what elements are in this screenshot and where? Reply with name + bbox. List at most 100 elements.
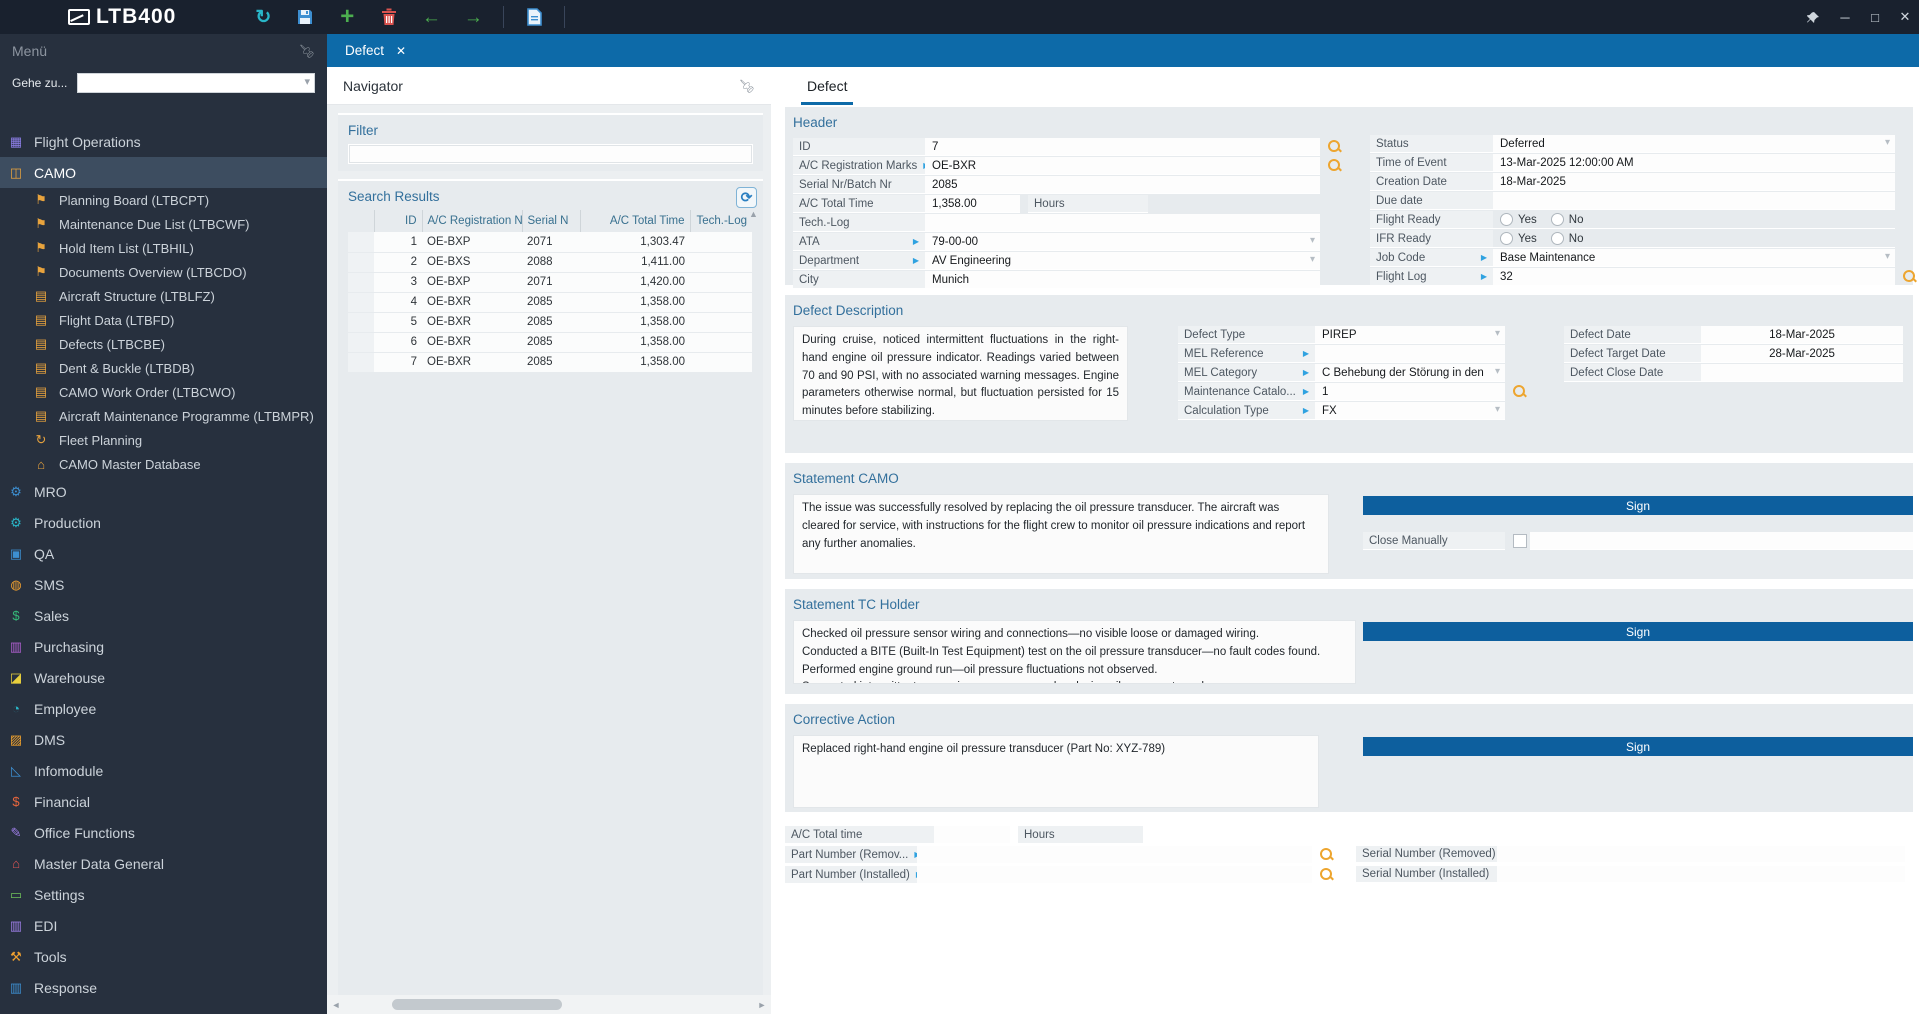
filter-input[interactable] <box>348 144 753 164</box>
sidebar-item[interactable]: ▭ Settings <box>0 879 327 910</box>
sidebar-item[interactable]: ⚙ Production <box>0 507 327 538</box>
close-manually-field[interactable] <box>1530 532 1913 550</box>
id-field[interactable]: 7 <box>925 138 1320 156</box>
tab-defect[interactable]: Defect <box>345 43 384 58</box>
sidebar-item[interactable]: ↻ Fleet Planning <box>0 428 327 452</box>
maintenance-catalog-search-icon[interactable] <box>1511 383 1527 399</box>
sidebar-item[interactable]: ▥ EDI <box>0 910 327 941</box>
part-number-installed-field[interactable] <box>917 866 1312 884</box>
sidebar-item[interactable]: ▦ Flight Operations <box>0 126 327 157</box>
sidebar-item[interactable]: ▤ Aircraft Maintenance Programme (LTBMPR… <box>0 404 327 428</box>
table-row[interactable]: 7 OE-BXR 2085 1,358.00 <box>348 352 752 373</box>
techlog-field[interactable] <box>925 214 1320 232</box>
maximize-icon[interactable]: □ <box>1867 10 1883 25</box>
navigator-pin-icon[interactable]: 📌︎ <box>739 77 755 94</box>
delete-icon[interactable] <box>377 5 401 29</box>
close-manually-checkbox[interactable] <box>1513 534 1527 548</box>
results-refresh-icon[interactable]: ⟳ <box>736 187 757 208</box>
defect-description-textarea[interactable]: During cruise, noticed intermittent fluc… <box>793 326 1128 421</box>
forward-arrow-icon[interactable]: → <box>461 5 485 29</box>
maintenance-catalog-field[interactable]: 1 <box>1315 383 1505 401</box>
results-col-serial[interactable]: Serial N <box>521 210 580 232</box>
table-row[interactable]: 1 OE-BXP 2071 1,303.47 <box>348 232 752 253</box>
pin-window-icon[interactable] <box>1807 11 1823 24</box>
sidebar-item[interactable]: ▤ CAMO Work Order (LTBCWO) <box>0 380 327 404</box>
serial-number-installed-field[interactable] <box>1497 866 1905 883</box>
sidebar-item[interactable]: ◪ Warehouse <box>0 662 327 693</box>
sidebar-item[interactable]: ✎ Office Functions <box>0 817 327 848</box>
sidebar-item[interactable]: ▥ Response <box>0 972 327 1003</box>
results-col-id[interactable]: ID <box>373 210 422 232</box>
part-number-removed-search-icon[interactable] <box>1318 846 1334 862</box>
due-date-field[interactable] <box>1493 192 1895 210</box>
defect-close-date-field[interactable] <box>1701 364 1903 382</box>
sidebar-item[interactable]: ▨ DMS <box>0 724 327 755</box>
navigator-horizontal-scrollbar[interactable]: ◄ ► <box>327 995 771 1014</box>
sidebar-item[interactable]: ⚑ Documents Overview (LTBCDO) <box>0 260 327 284</box>
sidebar-item[interactable]: ⚒ Tools <box>0 941 327 972</box>
calculation-type-dropdown[interactable]: FX <box>1315 402 1505 420</box>
registration-field[interactable]: OE-BXR <box>925 157 1320 175</box>
table-row[interactable]: 3 OE-BXP 2071 1,420.00 <box>348 272 752 293</box>
results-col-techlog[interactable]: Tech.-Log <box>689 210 752 232</box>
defect-type-dropdown[interactable]: PIREP <box>1315 326 1505 344</box>
results-col-selector[interactable] <box>348 210 374 232</box>
minimize-icon[interactable]: ─ <box>1837 10 1853 25</box>
mel-category-dropdown[interactable]: C Behebung der Störung in den <box>1315 364 1505 382</box>
doc-tab-defect[interactable]: Defect <box>801 78 854 105</box>
menu-pin-icon[interactable]: 📌︎ <box>299 43 315 60</box>
table-row[interactable]: 2 OE-BXS 2088 1,411.00 <box>348 252 752 273</box>
camo-sign-button[interactable]: Sign <box>1363 496 1913 515</box>
sidebar-item[interactable]: ◍ SMS <box>0 569 327 600</box>
sidebar-item[interactable]: ⚙ MRO <box>0 476 327 507</box>
add-icon[interactable]: + <box>335 5 359 29</box>
table-row[interactable]: 4 OE-BXR 2085 1,358.00 <box>348 292 752 313</box>
table-row[interactable]: 5 OE-BXR 2085 1,358.00 <box>348 312 752 333</box>
corrective-action-textarea[interactable]: Replaced right-hand engine oil pressure … <box>793 735 1319 808</box>
job-code-dropdown[interactable]: Base Maintenance <box>1493 249 1895 267</box>
results-vertical-scrollbar[interactable]: ▲▼ <box>746 209 761 1014</box>
refresh-icon[interactable]: ↻ <box>251 5 275 29</box>
department-dropdown[interactable]: AV Engineering <box>925 252 1320 270</box>
back-arrow-icon[interactable]: ← <box>419 5 443 29</box>
statement-camo-textarea[interactable]: The issue was successfully resolved by r… <box>793 494 1329 574</box>
serial-field[interactable]: 2085 <box>925 176 1320 194</box>
flight-log-field[interactable]: 32 <box>1493 268 1895 286</box>
sidebar-item[interactable]: ▥ Purchasing <box>0 631 327 662</box>
sidebar-item[interactable]: ◺ Infomodule <box>0 755 327 786</box>
close-icon[interactable]: ✕ <box>1897 9 1913 25</box>
sidebar-item[interactable]: ◔ Employee <box>0 693 327 724</box>
flight-ready-yes-radio[interactable] <box>1500 213 1513 226</box>
sidebar-item[interactable]: ⌂ Master Data General <box>0 848 327 879</box>
sidebar-item[interactable]: ▣ QA <box>0 538 327 569</box>
results-col-registration[interactable]: A/C Registration N <box>421 210 522 232</box>
mel-reference-field[interactable] <box>1315 345 1505 363</box>
save-icon[interactable] <box>293 5 317 29</box>
corrective-action-sign-button[interactable]: Sign <box>1363 737 1913 756</box>
flight-log-search-icon[interactable] <box>1901 268 1917 284</box>
sidebar-item[interactable]: ▤ Defects (LTBCBE) <box>0 332 327 356</box>
id-search-icon[interactable] <box>1326 138 1342 154</box>
sidebar-item[interactable]: ▤ Dent & Buckle (LTBDB) <box>0 356 327 380</box>
table-row[interactable]: 6 OE-BXR 2085 1,358.00 <box>348 332 752 353</box>
sidebar-item[interactable]: ▤ Aircraft Structure (LTBLFZ) <box>0 284 327 308</box>
footer-total-time-field[interactable] <box>934 826 1010 844</box>
status-dropdown[interactable]: Deferred <box>1493 135 1895 153</box>
city-field[interactable]: Munich <box>925 271 1320 289</box>
flight-ready-no-radio[interactable] <box>1550 213 1564 226</box>
ata-dropdown[interactable]: 79-00-00 <box>925 233 1320 251</box>
tab-close-icon[interactable]: ✕ <box>396 44 406 58</box>
sidebar-item[interactable]: ⚑ Maintenance Due List (LTBCWF) <box>0 212 327 236</box>
statement-tc-holder-textarea[interactable]: Checked oil pressure sensor wiring and c… <box>793 620 1356 684</box>
goto-dropdown[interactable] <box>77 73 315 93</box>
serial-number-removed-field[interactable] <box>1497 846 1905 863</box>
results-col-total-time[interactable]: A/C Total Time <box>579 210 690 232</box>
time-of-event-field[interactable]: 13-Mar-2025 12:00:00 AM <box>1493 154 1895 172</box>
part-number-removed-field[interactable] <box>917 846 1312 864</box>
sidebar-item[interactable]: ▤ Flight Data (LTBFD) <box>0 308 327 332</box>
sidebar-item[interactable]: ⌂ CAMO Master Database <box>0 452 327 476</box>
defect-target-date-field[interactable]: 28-Mar-2025 <box>1701 345 1903 363</box>
registration-search-icon[interactable] <box>1326 157 1342 173</box>
report-document-icon[interactable] <box>522 5 546 29</box>
sidebar-item[interactable]: $ Sales <box>0 600 327 631</box>
